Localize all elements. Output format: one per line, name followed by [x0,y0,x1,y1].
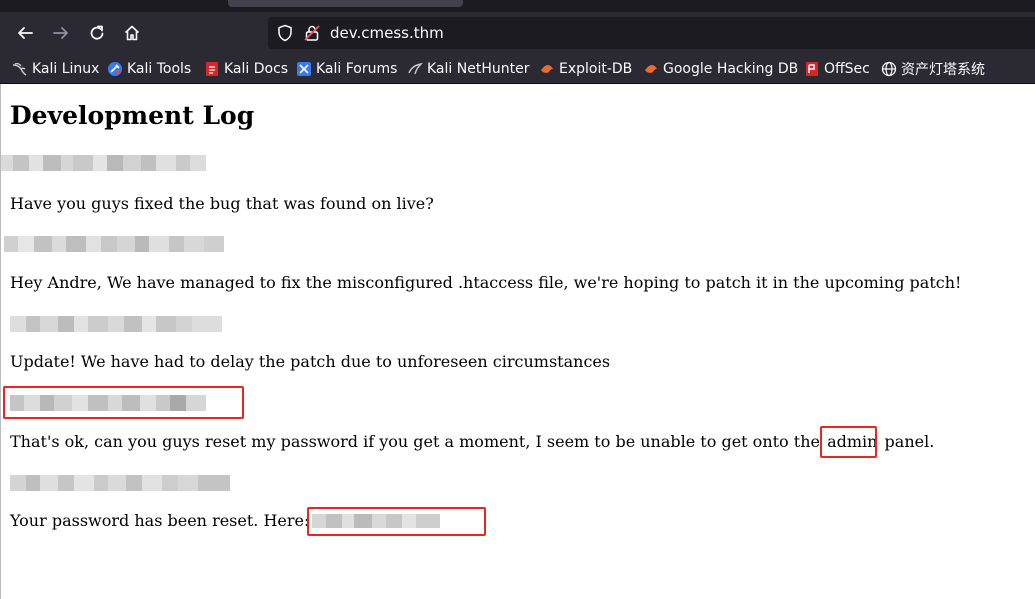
bookmark-asset-lighthouse[interactable]: 资产灯塔系统 [881,59,985,79]
bookmark-google-hacking-db[interactable]: Google Hacking DB [643,59,798,79]
tab-strip [0,0,1035,12]
log-message-3: Update! We have had to delay the patch d… [10,352,611,371]
highlight-box-password [307,507,486,536]
kali-nethunter-icon [407,61,423,77]
reload-icon [90,25,104,40]
page-content: Development Log Have you guys fixed the … [0,84,1035,599]
bookmark-label: Kali Linux [32,61,100,77]
bookmark-label: OffSec [824,61,870,77]
redacted-author-3 [10,316,222,332]
bookmark-label: Kali Forums [316,61,398,77]
kali-tools-icon [107,61,123,77]
bookmark-kali-forums[interactable]: Kali Forums [296,59,397,79]
exploit-db-icon [539,61,555,77]
highlight-box-author [3,386,244,419]
ghdb-icon [643,61,659,77]
browser-chrome: dev.cmess.thm Kali Linux Kali Tools Kali… [0,0,1035,84]
bookmark-kali-tools[interactable]: Kali Tools [107,59,191,79]
redacted-author-2 [4,236,224,252]
bookmark-label: Kali Docs [224,61,289,77]
log-message-4: That's ok, can you guys reset my passwor… [10,432,934,451]
kali-dragon-icon [12,61,28,77]
kali-docs-icon [204,61,220,77]
kali-forums-icon [296,61,312,77]
insecure-lock-icon[interactable] [303,24,321,42]
log-message-4-text: That's ok, can you guys reset my passwor… [10,432,820,451]
reload-button[interactable] [84,20,110,46]
home-icon [124,25,140,41]
home-button[interactable] [119,20,145,46]
bookmark-label: Exploit-DB [559,61,633,77]
bookmarks-bar: Kali Linux Kali Tools Kali Docs Kali For… [0,53,1035,84]
arrow-left-icon [18,27,33,39]
bookmark-kali-docs[interactable]: Kali Docs [204,59,288,79]
url-text[interactable]: dev.cmess.thm [330,23,444,43]
arrow-right-icon [53,27,68,39]
bookmark-label: Kali Tools [127,61,192,77]
highlight-box-admin [820,426,877,458]
page-title: Development Log [10,101,255,130]
address-bar[interactable]: dev.cmess.thm [268,17,1035,49]
log-message-4-tail: panel. [884,432,935,451]
navigation-toolbar: dev.cmess.thm [0,12,1035,53]
log-message-2: Hey Andre, We have managed to fix the mi… [10,273,962,292]
shield-icon[interactable] [276,24,294,42]
active-tab[interactable] [228,0,463,7]
log-message-1: Have you guys fixed the bug that was fou… [10,194,434,213]
redacted-author-1 [1,155,206,171]
redacted-author-5 [10,475,230,491]
log-message-5: Your password has been reset. Here: [10,511,310,530]
bookmark-offsec[interactable]: OffSec [804,59,870,79]
bookmark-kali-nethunter[interactable]: Kali NetHunter [407,59,529,79]
bookmark-kali-linux[interactable]: Kali Linux [12,59,99,79]
bookmark-label: Kali NetHunter [427,61,530,77]
bookmark-exploit-db[interactable]: Exploit-DB [539,59,632,79]
forward-button[interactable] [48,20,74,46]
bookmark-label: 资产灯塔系统 [901,62,985,78]
bookmark-label: Google Hacking DB [663,61,799,77]
back-button[interactable] [12,20,38,46]
offsec-icon [804,61,820,77]
globe-icon [881,61,897,77]
